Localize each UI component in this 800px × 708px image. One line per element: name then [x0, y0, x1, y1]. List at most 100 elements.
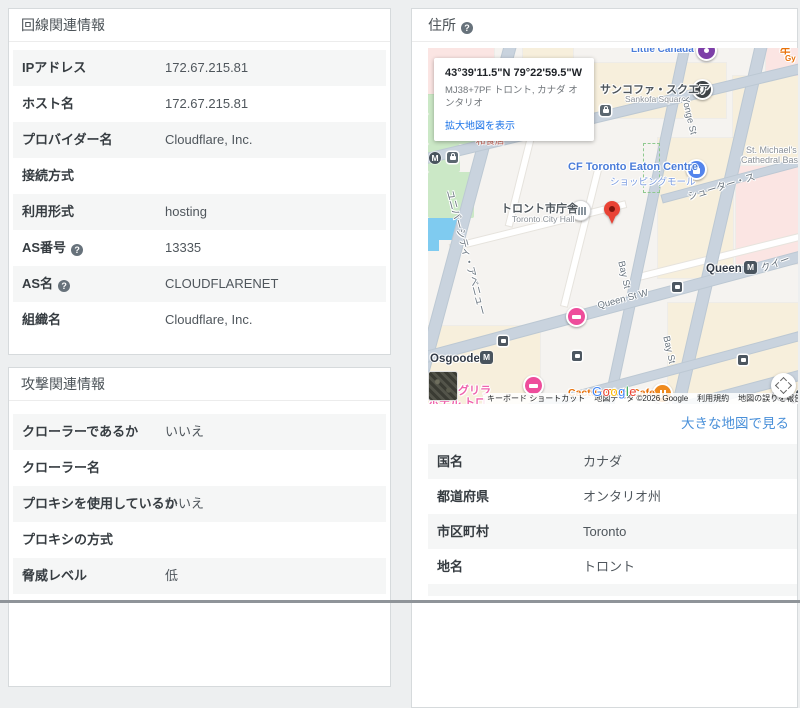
panel-title: 攻撃関連情報 [9, 368, 390, 401]
streetcar-stop-icon [498, 336, 508, 346]
queen-station-icon: M [744, 261, 757, 274]
satellite-view-toggle[interactable] [428, 371, 458, 401]
row-value: Cloudflare, Inc. [165, 132, 253, 147]
table-row: 都道府県 オンタリオ州 [428, 479, 797, 514]
table-row: 接続方式 [13, 158, 386, 194]
line-info-table: IPアドレス 172.67.215.81 ホスト名 172.67.215.81 … [13, 50, 386, 338]
row-value: いいえ [165, 496, 205, 511]
hotel-poi-icon [566, 306, 587, 327]
panel-title: 住所? [412, 9, 797, 42]
streetcar-stop-icon [572, 351, 582, 361]
row-value: Cloudflare, Inc. [165, 312, 253, 327]
lock-icon [600, 105, 611, 116]
row-value: hosting [165, 204, 207, 219]
table-row: クローラーであるか いいえ [13, 414, 386, 450]
table-row: クローラー名 [13, 450, 386, 486]
map-label-st-michaels-1: St. Michael's [746, 145, 797, 155]
google-logo[interactable]: Google [592, 384, 637, 399]
row-value: 172.67.215.81 [165, 96, 249, 111]
map-pool [428, 240, 439, 251]
table-row: AS名? CLOUDFLARENET [13, 266, 386, 302]
row-label: 脅威レベル [22, 568, 88, 583]
row-value: Toronto [583, 524, 627, 539]
map-label-bay-st: Bay St [615, 260, 633, 290]
map-coordinates: 43°39'11.5"N 79°22'59.5"W [445, 67, 582, 79]
panel-title: 回線関連情報 [9, 9, 390, 42]
osgoode-station-icon: M [480, 351, 493, 364]
streetcar-stop-icon [672, 282, 682, 292]
help-icon[interactable]: ? [58, 280, 71, 292]
row-value: いいえ [165, 424, 205, 439]
attack-info-panel: 攻撃関連情報 クローラーであるか いいえ クローラー名 プロキシを使用しているか… [8, 367, 391, 687]
terms-link[interactable]: 利用規約 [697, 393, 729, 404]
table-row: 市区町村 Toronto [428, 514, 797, 549]
map-label-queen-station: Queen [706, 263, 742, 275]
table-row: 脅威レベル 低 [13, 558, 386, 594]
keyboard-shortcuts-link[interactable]: キーボード ショートカット [487, 393, 585, 404]
map-label-eaton-centre: CF Toronto Eaton Centre [568, 161, 698, 173]
map-info-card: 43°39'11.5"N 79°22'59.5"W MJ38+7PF トロント,… [434, 58, 594, 141]
lock-icon [447, 152, 458, 163]
address-table: 国名 カナダ 都道府県 オンタリオ州 市区町村 Toronto 地名 トロント [428, 444, 797, 596]
view-larger-map-link[interactable]: 拡大地図を表示 [445, 117, 583, 132]
table-row: プロキシを使用しているか いいえ [13, 486, 386, 522]
map-label-sankofa-en: Sankofa Square [625, 94, 686, 104]
row-label: プロキシを使用しているか [22, 496, 178, 511]
row-value: 13335 [165, 240, 202, 255]
map-label-osgoode-station: Osgoode [430, 353, 480, 365]
row-value: 低 [165, 568, 179, 583]
pan-down-icon[interactable] [779, 386, 788, 395]
row-label: 組織名 [22, 312, 62, 327]
subway-station-icon: M [429, 152, 441, 164]
row-value: 172.67.215.81 [165, 60, 249, 75]
row-label: 利用形式 [22, 204, 75, 219]
map-label-little-canada: Little Canada [631, 48, 694, 55]
pan-right-icon[interactable] [784, 381, 793, 390]
table-row: 組織名 Cloudflare, Inc. [13, 302, 386, 338]
line-info-panel: 回線関連情報 IPアドレス 172.67.215.81 ホスト名 172.67.… [8, 8, 391, 355]
row-label: 接続方式 [22, 168, 75, 183]
streetcar-stop-icon [738, 355, 748, 365]
row-label: プロバイダー名 [22, 132, 113, 147]
row-label: 都道府県 [437, 489, 490, 504]
pan-control[interactable] [771, 373, 796, 398]
help-icon[interactable]: ? [71, 244, 84, 256]
map-label-eaton-centre-sub: ショッピングモール [610, 177, 696, 188]
table-row: プロキシの方式 [13, 522, 386, 558]
attack-info-table: クローラーであるか いいえ クローラー名 プロキシを使用しているか いいえ プロ… [13, 414, 386, 594]
table-row: プロバイダー名 Cloudflare, Inc. [13, 122, 386, 158]
row-value: オンタリオ州 [583, 489, 662, 504]
open-large-map-link[interactable]: 大きな地図で見る [412, 412, 789, 432]
google-map-embed[interactable]: M Little Canada 牛 Gy サンコファ・スクエア Sankofa … [428, 48, 798, 404]
table-row: ホスト名 172.67.215.81 [13, 86, 386, 122]
help-icon[interactable]: ? [461, 22, 473, 34]
table-row: 地名 トロント [428, 549, 797, 584]
ip-info-page: { "icons": {"help": "?"}, "colors": { "l… [0, 0, 800, 708]
row-value: トロント [583, 559, 636, 574]
row-label: AS番号? [22, 230, 84, 266]
row-value: カナダ [583, 454, 623, 469]
table-row-partial [428, 584, 797, 596]
little-canada-poi-icon [696, 48, 717, 61]
row-label: プロキシの方式 [22, 532, 114, 547]
table-row: IPアドレス 172.67.215.81 [13, 50, 386, 86]
map-road-minor [561, 169, 601, 307]
row-value: CLOUDFLARENET [165, 276, 279, 291]
map-attribution-bar: キーボード ショートカット 地図データ ©2026 Google 利用規約 地図… [483, 393, 798, 404]
row-label: IPアドレス [22, 60, 87, 75]
address-panel: 住所? M Little Canada 牛 Gy サンコファ・スクエア Sank… [411, 8, 798, 708]
row-label: クローラー名 [22, 460, 101, 475]
map-label-city-hall-en: Toronto City Hall [512, 214, 575, 224]
map-marker-pin[interactable] [604, 201, 620, 224]
map-label-st-michaels-2: Cathedral Basilica [741, 155, 798, 165]
map-label-gyu-sub: Gy [785, 54, 796, 63]
map-plus-code: MJ38+7PF トロント, カナダ オンタリオ [445, 85, 578, 109]
row-label: ホスト名 [22, 96, 75, 111]
table-row: AS番号? 13335 [13, 230, 386, 266]
row-label: AS名? [22, 266, 71, 302]
table-row: 国名 カナダ [428, 444, 797, 479]
table-row: 利用形式 hosting [13, 194, 386, 230]
row-label: クローラーであるか [22, 424, 139, 439]
row-label: 地名 [437, 559, 464, 574]
row-label: 国名 [437, 454, 464, 469]
